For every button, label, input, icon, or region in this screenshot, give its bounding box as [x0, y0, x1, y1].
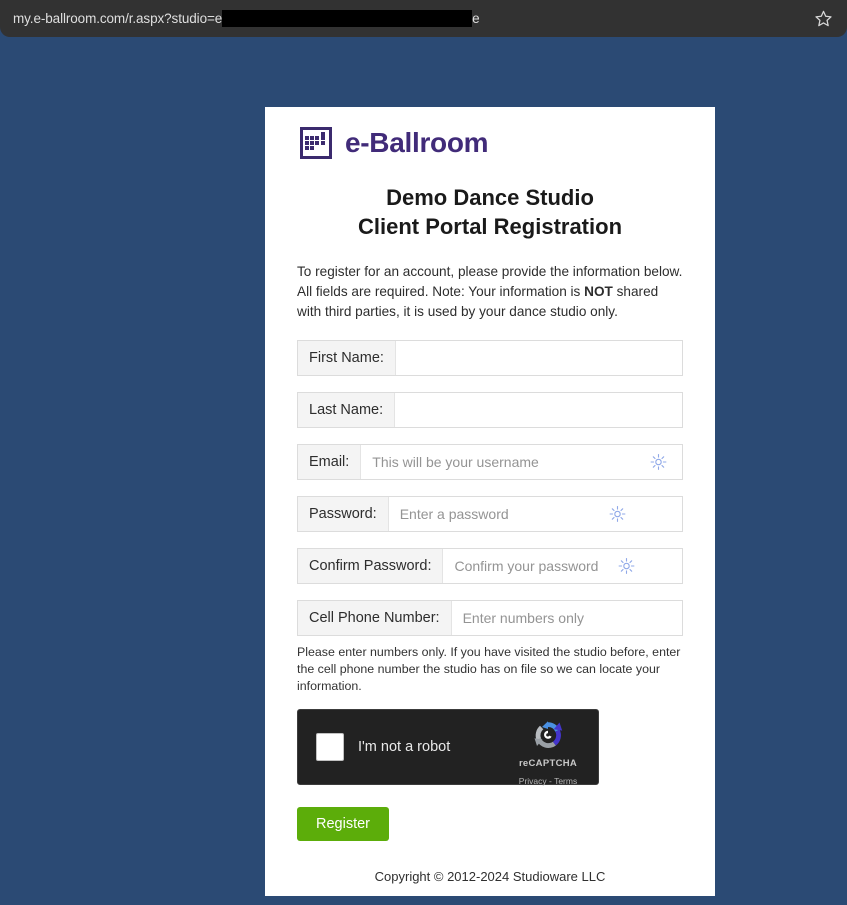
browser-toolbar: my.e-ballroom.com/r.aspx?studio=e e: [0, 0, 847, 37]
page-title: Demo Dance Studio Client Portal Registra…: [283, 183, 697, 241]
intro-text: To register for an account, please provi…: [283, 262, 697, 322]
registration-form: First Name: Last Name: Email: This will …: [283, 340, 697, 841]
recaptcha-widget[interactable]: I'm not a robot reCAPTCHA Privacy - Term…: [297, 709, 599, 786]
field-last-name[interactable]: Last Name:: [297, 392, 683, 428]
field-cell-phone[interactable]: Cell Phone Number:: [297, 600, 683, 636]
field-password[interactable]: Password:: [297, 496, 683, 532]
recaptcha-branding: reCAPTCHA Privacy - Terms: [509, 718, 587, 789]
field-first-name[interactable]: First Name:: [297, 340, 683, 376]
password-label: Password:: [298, 497, 389, 531]
brand-logo: e-Ballroom: [283, 127, 697, 159]
address-bar[interactable]: my.e-ballroom.com/r.aspx?studio=e e: [13, 10, 480, 27]
studio-name: Demo Dance Studio: [386, 185, 594, 210]
cell-phone-input[interactable]: [451, 601, 682, 635]
page-subtitle: Client Portal Registration: [357, 214, 623, 239]
register-button[interactable]: Register: [297, 807, 389, 841]
field-email[interactable]: Email:: [297, 444, 683, 480]
url-text-suffix: e: [472, 11, 480, 26]
confirm-password-label: Confirm Password:: [298, 549, 444, 583]
cell-phone-label: Cell Phone Number:: [298, 601, 452, 635]
registration-card: e-Ballroom Demo Dance Studio Client Port…: [265, 107, 715, 896]
brand-name: e-Ballroom: [345, 127, 489, 158]
url-redaction-box: [222, 10, 473, 27]
recaptcha-checkbox[interactable]: [316, 733, 344, 761]
confirm-password-input[interactable]: [443, 549, 682, 583]
email-input[interactable]: [361, 445, 682, 479]
last-name-input[interactable]: [395, 393, 682, 427]
recaptcha-brand-name: reCAPTCHA: [518, 758, 578, 769]
field-confirm-password[interactable]: Confirm Password:: [297, 548, 683, 584]
first-name-label: First Name:: [298, 341, 396, 375]
recaptcha-logo-icon: [531, 718, 565, 752]
recaptcha-privacy-terms-links[interactable]: Privacy - Terms: [519, 776, 577, 786]
url-text: my.e-ballroom.com/r.aspx?studio=e: [13, 11, 223, 26]
first-name-input[interactable]: [395, 341, 682, 375]
recaptcha-label: I'm not a robot: [358, 739, 451, 755]
intro-emphasis: NOT: [584, 284, 613, 299]
last-name-label: Last Name:: [298, 393, 396, 427]
email-label: Email:: [298, 445, 362, 479]
star-icon[interactable]: [814, 9, 833, 28]
calendar-grid-icon: [300, 127, 332, 159]
cell-phone-help-text: Please enter numbers only. If you have v…: [297, 645, 681, 693]
password-input[interactable]: [388, 497, 682, 531]
copyright-footer: Copyright © 2012-2024 Studioware LLC: [374, 869, 606, 884]
